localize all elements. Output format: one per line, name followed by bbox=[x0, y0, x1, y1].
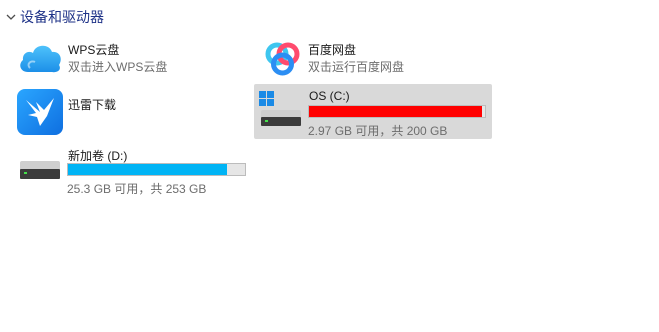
item-name: 迅雷下载 bbox=[68, 98, 117, 112]
item-name: 百度网盘 bbox=[308, 43, 357, 57]
drive-free-space: 2.97 GB 可用，共 200 GB bbox=[308, 124, 448, 138]
section-header[interactable]: 设备和驱动器 bbox=[4, 7, 104, 27]
windows-drive-icon bbox=[257, 88, 305, 136]
item-name: OS (C:) bbox=[309, 89, 350, 103]
drive-usage-fill bbox=[68, 164, 228, 175]
drive-usage-fill bbox=[309, 106, 483, 117]
item-subtitle: 双击运行百度网盘 bbox=[308, 60, 405, 74]
drive-tile-wps-cloud[interactable]: WPS云盘 双击进入WPS云盘 bbox=[14, 34, 250, 80]
item-name: 新加卷 (D:) bbox=[68, 149, 128, 163]
wps-cloud-icon bbox=[16, 34, 64, 82]
hard-drive-icon bbox=[16, 145, 64, 193]
drive-tile-c[interactable]: OS (C:) 2.97 GB 可用，共 200 GB bbox=[254, 84, 492, 139]
drive-usage-bar bbox=[308, 105, 486, 118]
chevron-down-icon[interactable] bbox=[4, 10, 18, 24]
item-subtitle: 双击进入WPS云盘 bbox=[68, 60, 168, 74]
xunlei-bird-icon bbox=[16, 88, 64, 136]
devices-and-drives-view: 设备和驱动器 WPS云盘 双击进入WPS云盘 百度网盘 双击运行百度网盘 迅雷下… bbox=[0, 0, 659, 332]
drive-tile-baidu-netdisk[interactable]: 百度网盘 双击运行百度网盘 bbox=[254, 34, 490, 80]
baidu-netdisk-icon bbox=[258, 34, 306, 82]
drive-usage-bar bbox=[67, 163, 246, 176]
item-name: WPS云盘 bbox=[68, 43, 120, 57]
drive-free-space: 25.3 GB 可用，共 253 GB bbox=[67, 182, 207, 196]
drive-tile-xunlei[interactable]: 迅雷下载 bbox=[14, 86, 250, 138]
drive-tile-d[interactable]: 新加卷 (D:) 25.3 GB 可用，共 253 GB bbox=[14, 143, 250, 196]
section-title: 设备和驱动器 bbox=[20, 9, 104, 25]
